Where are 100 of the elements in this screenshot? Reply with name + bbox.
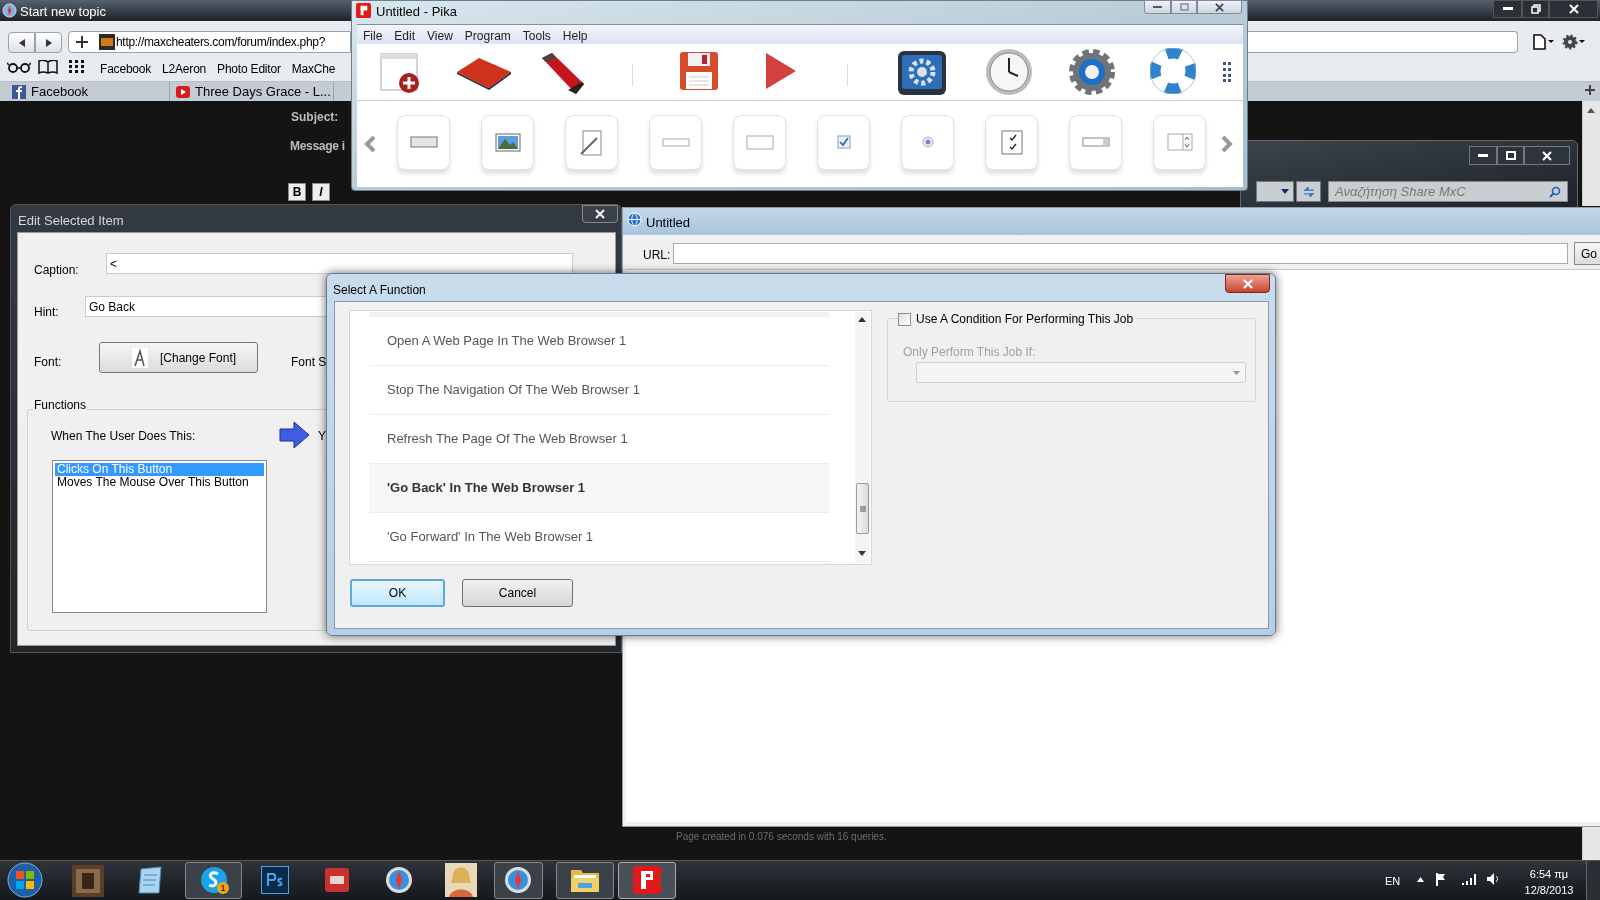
list-item[interactable]: Moves The Mouse Over This Button xyxy=(55,476,264,489)
restore-button[interactable] xyxy=(1522,0,1549,18)
scroll-up-icon[interactable] xyxy=(1587,108,1595,113)
menu-item[interactable]: Edit xyxy=(388,27,422,45)
menu-item[interactable]: File xyxy=(357,27,389,45)
close-icon xyxy=(595,209,605,219)
gear-icon[interactable] xyxy=(1067,47,1117,97)
window-title: Edit Selected Item xyxy=(18,212,124,230)
menu-item[interactable]: Tools xyxy=(516,27,557,45)
grid-icon[interactable] xyxy=(69,60,84,74)
close-icon xyxy=(1568,4,1579,14)
bookmark-link[interactable]: Facebook xyxy=(100,60,152,78)
person-icon[interactable] xyxy=(445,863,477,897)
clock-time[interactable]: 6:54 πμ xyxy=(1521,866,1577,883)
checkbox[interactable] xyxy=(898,312,911,326)
close-icon xyxy=(1242,278,1253,289)
italic-button[interactable]: I xyxy=(312,183,330,201)
font-label: Font: xyxy=(34,354,62,371)
scroll-down-icon[interactable] xyxy=(858,551,866,556)
maximize-button[interactable] xyxy=(1497,146,1524,165)
scroll-up-icon[interactable] xyxy=(858,317,866,322)
game-icon[interactable] xyxy=(72,865,104,897)
start-button[interactable] xyxy=(6,861,44,899)
arrow-right-icon xyxy=(279,421,310,449)
palette-tool-button[interactable] xyxy=(481,115,534,170)
url-field[interactable] xyxy=(673,243,1568,264)
gear-icon[interactable] xyxy=(1562,33,1586,51)
scroll-thumb[interactable] xyxy=(856,483,869,534)
notepad-icon[interactable] xyxy=(135,865,165,895)
close-icon xyxy=(1215,2,1224,12)
address-field[interactable]: http://maxcheaters.com/forum/index.php? xyxy=(68,31,351,53)
app-icon[interactable] xyxy=(633,866,661,894)
book-icon[interactable] xyxy=(455,56,513,90)
minimize-button[interactable] xyxy=(1144,0,1171,14)
back-button[interactable] xyxy=(8,32,35,53)
bookmark-link[interactable]: L2Aeron xyxy=(162,60,207,78)
gear-window-icon[interactable] xyxy=(897,50,947,96)
restore-icon xyxy=(1530,4,1541,14)
compass-icon[interactable] xyxy=(385,866,413,894)
page-menu-icon[interactable] xyxy=(1533,34,1555,50)
menu-item[interactable]: Program xyxy=(458,27,517,45)
go-button[interactable]: Go xyxy=(1574,242,1600,265)
media-app-icon[interactable] xyxy=(323,866,351,894)
ok-button[interactable]: OK xyxy=(350,579,445,607)
change-font-button[interactable]: [Change Font] xyxy=(99,342,258,373)
menu-item[interactable]: Help xyxy=(556,27,594,45)
minimize-icon xyxy=(1502,7,1513,11)
scrollbar[interactable] xyxy=(1582,101,1600,206)
clock-icon[interactable] xyxy=(985,48,1033,96)
refresh-button[interactable] xyxy=(1296,181,1321,202)
grip-icon[interactable] xyxy=(1223,62,1231,82)
close-button[interactable] xyxy=(582,205,618,223)
chevron-right-icon[interactable] xyxy=(1221,136,1233,152)
bookmark-link[interactable]: MaxChe xyxy=(291,60,336,78)
maximize-icon xyxy=(1179,3,1189,11)
close-button[interactable] xyxy=(1197,0,1242,14)
plus-icon xyxy=(76,36,88,48)
arrow-up-icon[interactable] xyxy=(1417,877,1424,882)
chevron-left-icon[interactable] xyxy=(364,136,376,152)
book-icon[interactable] xyxy=(38,60,58,74)
caption-label: Caption: xyxy=(34,262,79,279)
play-icon xyxy=(176,84,190,99)
scrollbar-track[interactable] xyxy=(1582,827,1600,860)
new-tab-icon[interactable] xyxy=(1584,84,1596,96)
close-button[interactable] xyxy=(1549,0,1598,18)
address-field-end[interactable] xyxy=(1248,31,1518,53)
favicon-icon xyxy=(99,34,115,50)
letter-icon xyxy=(132,347,148,368)
caret-icon xyxy=(1281,189,1289,194)
hint-label: Hint: xyxy=(34,304,59,321)
clock-date[interactable]: 12/8/2013 xyxy=(1517,882,1581,899)
list-item[interactable]: 'Go Back' In The Web Browser 1 xyxy=(369,464,829,513)
url-label: URL: xyxy=(643,247,671,264)
play-icon[interactable] xyxy=(764,51,798,91)
forward-icon xyxy=(43,37,54,48)
grip-icon xyxy=(859,505,866,512)
lifebuoy-icon[interactable] xyxy=(1150,48,1196,94)
bookmark-link[interactable]: Photo Editor xyxy=(217,60,281,78)
close-button[interactable] xyxy=(1524,146,1570,165)
speaker-icon[interactable] xyxy=(1486,872,1500,886)
favicon-icon xyxy=(12,84,26,99)
close-button[interactable] xyxy=(1225,274,1270,293)
glasses-icon[interactable] xyxy=(7,61,31,73)
signal-icon[interactable] xyxy=(1462,874,1476,885)
cancel-button[interactable]: Cancel xyxy=(462,579,573,607)
caption-field[interactable]: < xyxy=(106,253,573,274)
forward-button[interactable] xyxy=(35,32,62,53)
new-window-icon[interactable] xyxy=(380,52,422,94)
minimize-icon xyxy=(1478,153,1488,158)
language-indicator[interactable]: EN xyxy=(1385,873,1401,890)
menu-item[interactable]: View xyxy=(421,27,459,45)
image-editor-icon[interactable] xyxy=(261,866,289,894)
bold-button[interactable]: B xyxy=(288,183,306,201)
caret-icon xyxy=(1233,370,1240,375)
form-label: Subject: xyxy=(291,109,339,126)
condition-label: Only Perform This Job If: xyxy=(903,344,1036,361)
minimize-button[interactable] xyxy=(1469,146,1497,165)
minimize-button[interactable] xyxy=(1493,0,1522,18)
compass-icon[interactable] xyxy=(504,866,532,894)
dropdown-button[interactable] xyxy=(1256,181,1294,202)
